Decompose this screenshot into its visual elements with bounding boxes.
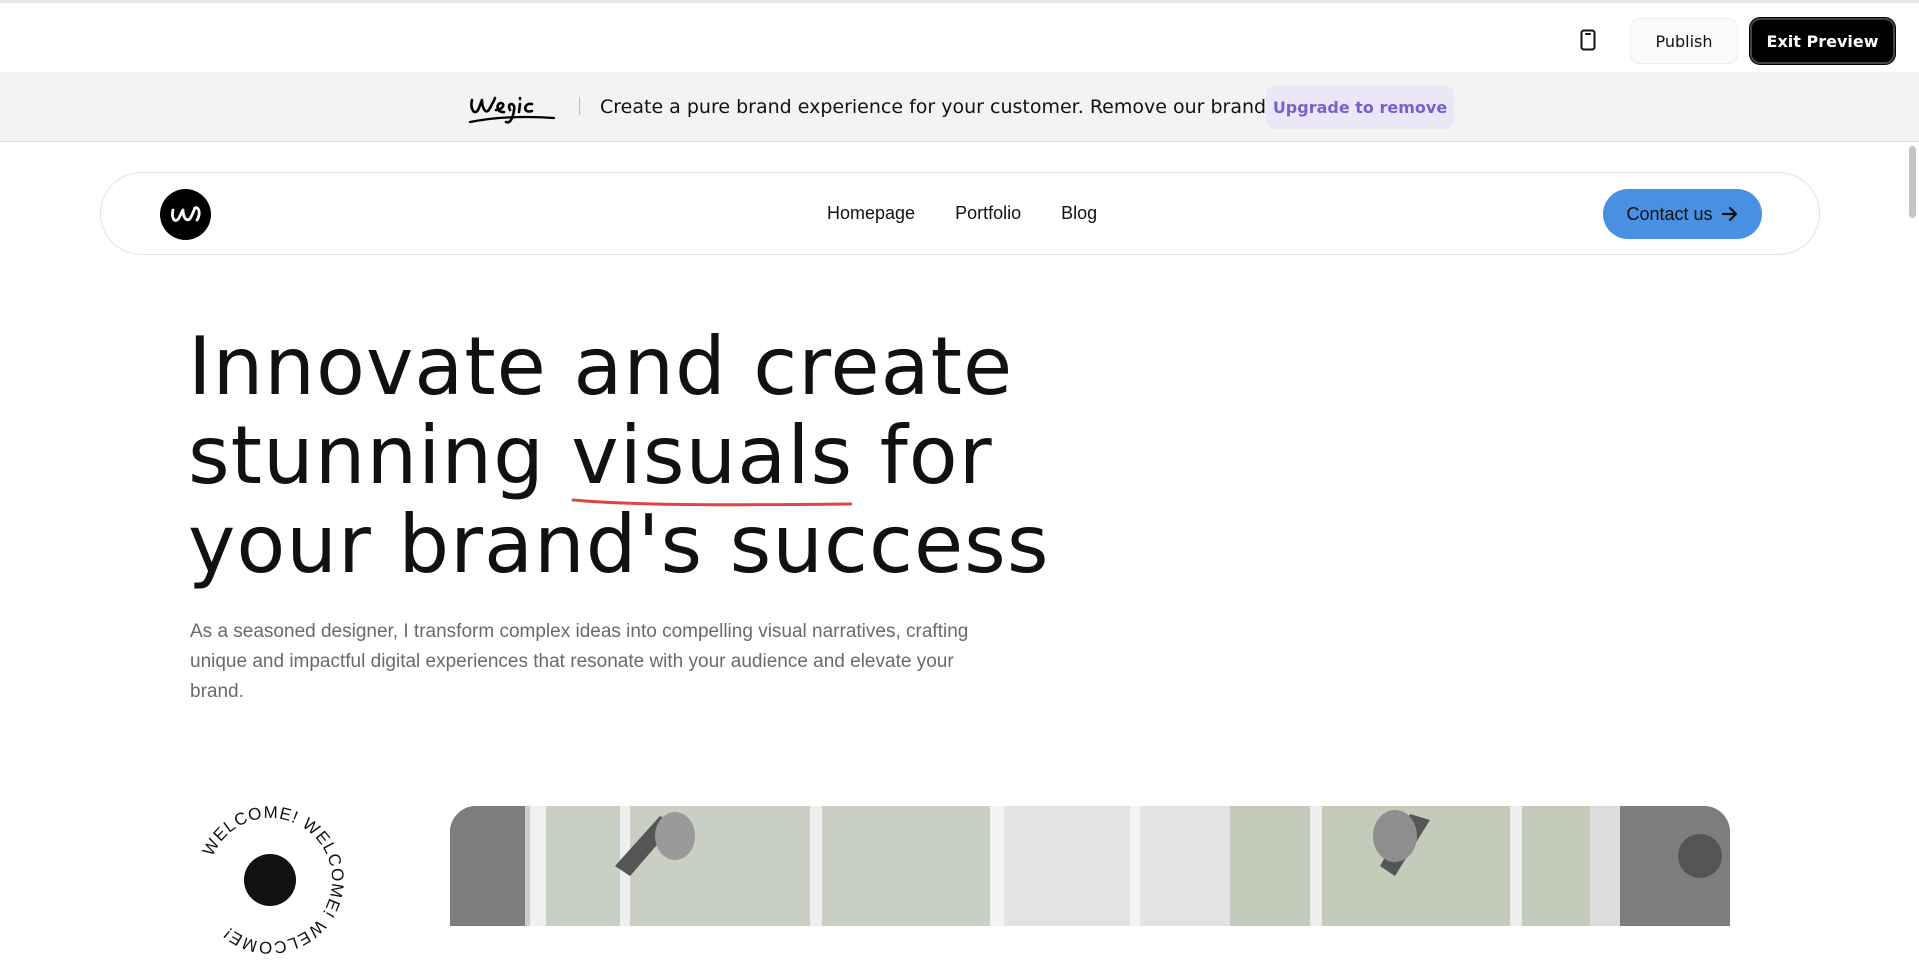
preview-toolbar: Publish Exit Preview xyxy=(0,0,1919,72)
contact-us-button[interactable]: Contact us xyxy=(1603,189,1762,239)
upgrade-to-remove-button[interactable]: Upgrade to remove xyxy=(1266,85,1454,129)
branding-banner: Create a pure brand experience for your … xyxy=(0,72,1919,142)
nav-links: Homepage Portfolio Blog xyxy=(827,173,1097,254)
hero-title-line1: Innovate and create xyxy=(188,320,1014,413)
office-photo xyxy=(450,806,1730,926)
highlight-underline xyxy=(571,498,853,507)
nav-link-blog[interactable]: Blog xyxy=(1061,203,1097,224)
nav-link-portfolio[interactable]: Portfolio xyxy=(955,203,1021,224)
mobile-device-icon[interactable] xyxy=(1576,27,1600,53)
hero-description: As a seasoned designer, I transform comp… xyxy=(190,621,969,702)
hero-title-line3: your brand's success xyxy=(188,498,1050,591)
wegic-logo xyxy=(466,84,558,135)
hero-title-line2-end: for xyxy=(853,409,993,502)
banner-divider xyxy=(579,97,580,115)
arrow-right-icon xyxy=(1721,206,1737,222)
hero-title-highlight-text: visuals xyxy=(571,409,854,502)
hero-image xyxy=(450,806,1730,926)
publish-button[interactable]: Publish xyxy=(1630,18,1738,64)
contact-us-label: Contact us xyxy=(1626,203,1713,224)
hero-title-highlight: visuals xyxy=(571,409,854,507)
nav-link-homepage[interactable]: Homepage xyxy=(827,203,915,224)
hero-title: Innovate and create stunning visuals for… xyxy=(188,322,1088,589)
scrollbar[interactable] xyxy=(1909,146,1916,218)
branding-message: Create a pure brand experience for your … xyxy=(600,96,1302,118)
site-navbar: Homepage Portfolio Blog Contact us xyxy=(100,172,1820,255)
brand-logo-icon[interactable] xyxy=(160,189,211,240)
welcome-badge: WELCOME! WELCOME! WELCOME! xyxy=(199,803,347,957)
hero-title-line2-start: stunning xyxy=(188,409,572,502)
exit-preview-button[interactable]: Exit Preview xyxy=(1750,18,1895,64)
